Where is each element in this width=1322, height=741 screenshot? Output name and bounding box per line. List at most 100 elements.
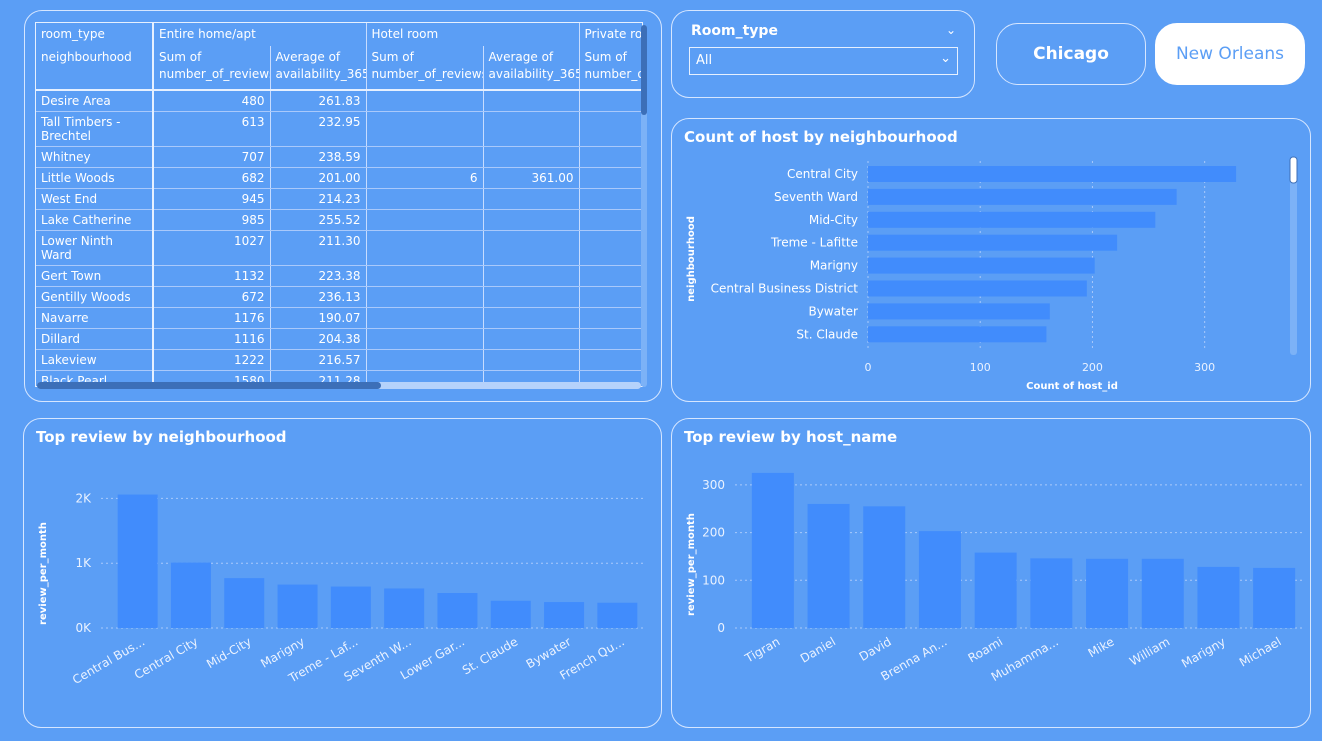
neighbourhood-cell: Lakeview: [36, 349, 154, 371]
category-label: Marigny: [810, 259, 858, 273]
matrix-horizontal-scroll-thumb[interactable]: [37, 382, 381, 389]
avg-availability-hotel-cell: [483, 230, 580, 266]
count-host-chart: Count of host by neighbourhood 0 100 200 30…: [671, 118, 1311, 402]
avg-availability-hotel-cell: [483, 328, 580, 350]
y-tick-label: 0K: [75, 621, 92, 635]
bar: [1086, 558, 1129, 628]
chart-scroll-thumb: [1289, 156, 1298, 184]
header-entire-home[interactable]: Entire home/apt: [153, 23, 367, 46]
sum-reviews-private-cell: [579, 188, 642, 210]
sum-reviews-private-cell: [579, 307, 642, 329]
y-tick-label: 2K: [75, 491, 92, 505]
header-avg-availability-hotel[interactable]: Average of availability_365: [483, 46, 580, 91]
category-label: St. Claude: [796, 327, 858, 341]
neighbourhood-cell: Dillard: [36, 328, 154, 350]
matrix-table: room_type Entire home/apt Hotel room Pri…: [36, 23, 642, 386]
avg-availability-entire-cell: 190.07: [270, 307, 367, 329]
room-type-dropdown[interactable]: All ⌄: [689, 47, 958, 75]
table-row[interactable]: Tall Timbers - Brechtel 613 232.95: [36, 111, 642, 147]
new-orleans-button[interactable]: New Orleans: [1155, 23, 1305, 85]
neighbourhood-cell: Tall Timbers - Brechtel: [36, 111, 154, 147]
table-row[interactable]: Dillard 1116 204.38: [36, 328, 642, 350]
bar: [1030, 558, 1073, 628]
bar: [868, 166, 1237, 182]
table-row[interactable]: Whitney 707 238.59: [36, 146, 642, 168]
header-sum-reviews-private[interactable]: Sum of number_o: [579, 46, 642, 91]
dropdown-selected-value: All: [696, 53, 713, 68]
chevron-down-icon[interactable]: ⌄: [946, 23, 956, 37]
header-row-field[interactable]: room_type: [36, 23, 154, 46]
sum-reviews-private-cell: [579, 90, 642, 112]
bar: [974, 552, 1017, 628]
matrix-vertical-scroll-thumb[interactable]: [641, 25, 647, 115]
avg-availability-entire-cell: 236.13: [270, 286, 367, 308]
avg-availability-hotel-cell: [483, 209, 580, 231]
category-label: Marigny: [1179, 634, 1228, 670]
table-row[interactable]: Gentilly Woods 672 236.13: [36, 286, 642, 308]
sum-reviews-hotel-cell: [366, 146, 484, 168]
table-row[interactable]: Little Woods 682 201.00 6 361.00: [36, 167, 642, 189]
category-label: Roami: [966, 634, 1006, 665]
bar: [751, 472, 794, 628]
avg-availability-entire-cell: 261.83: [270, 90, 367, 112]
header-private-room[interactable]: Private roo: [579, 23, 642, 46]
matrix-table-container: room_type Entire home/apt Hotel room Pri…: [35, 22, 643, 387]
table-row[interactable]: West End 945 214.23: [36, 188, 642, 210]
bar: [597, 602, 638, 628]
chicago-button[interactable]: Chicago: [996, 23, 1146, 85]
bar: [868, 257, 1095, 274]
sum-reviews-entire-cell: 672: [153, 286, 271, 308]
bar: [868, 211, 1156, 228]
table-row[interactable]: Desire Area 480 261.83: [36, 90, 642, 112]
neighbourhood-cell: West End: [36, 188, 154, 210]
sum-reviews-private-cell: [579, 349, 642, 371]
y-tick-label: 1K: [75, 556, 92, 570]
category-label: Central Bus...: [70, 634, 147, 687]
dropdown-chevron-icon: ⌄: [940, 51, 951, 66]
category-label: St. Claude: [460, 634, 520, 677]
neighbourhood-cell: Little Woods: [36, 167, 154, 189]
category-label: Michael: [1237, 634, 1284, 669]
header-neighbourhood[interactable]: neighbourhood: [36, 46, 154, 91]
header-sum-reviews-entire[interactable]: Sum of number_of_reviews: [153, 46, 271, 91]
y-axis-title: review_per_month: [686, 513, 697, 616]
sum-reviews-entire-cell: 613: [153, 111, 271, 147]
table-row[interactable]: Lower Ninth Ward 1027 211.30: [36, 230, 642, 266]
sum-reviews-entire-cell: 945: [153, 188, 271, 210]
neighbourhood-cell: Whitney: [36, 146, 154, 168]
sum-reviews-entire-cell: 1027: [153, 230, 271, 266]
avg-availability-entire-cell: 223.38: [270, 265, 367, 287]
header-sum-reviews-hotel[interactable]: Sum of number_of_reviews: [366, 46, 484, 91]
bar: [868, 326, 1047, 343]
table-row[interactable]: Lake Catherine 985 255.52: [36, 209, 642, 231]
sum-reviews-private-cell: [579, 111, 642, 147]
matrix-horizontal-scrollbar[interactable]: [37, 382, 641, 389]
header-hotel-room[interactable]: Hotel room: [366, 23, 580, 46]
bar: [918, 531, 961, 628]
neighbourhood-cell: Navarre: [36, 307, 154, 329]
matrix-vertical-scrollbar[interactable]: [641, 25, 647, 387]
avg-availability-entire-cell: 204.38: [270, 328, 367, 350]
bar: [117, 494, 158, 628]
avg-availability-hotel-cell: [483, 111, 580, 147]
sum-reviews-hotel-cell: [366, 188, 484, 210]
x-tick-label: 200: [1082, 361, 1103, 374]
header-avg-availability-entire[interactable]: Average of availability_365: [270, 46, 367, 91]
sum-reviews-entire-cell: 1132: [153, 265, 271, 287]
avg-availability-entire-cell: 201.00: [270, 167, 367, 189]
matrix-visual: room_type Entire home/apt Hotel room Pri…: [24, 10, 662, 402]
top-review-neighbourhood-chart: Top review by neighbourhood 0K 1K 2K Centra…: [23, 418, 662, 728]
sum-reviews-private-cell: [579, 265, 642, 287]
sum-reviews-hotel-cell: [366, 111, 484, 147]
table-row[interactable]: Gert Town 1132 223.38: [36, 265, 642, 287]
count-host-svg: 0 100 200 300 Central City Seventh Ward Mid-Ci…: [686, 156, 1298, 392]
bar: [868, 234, 1118, 251]
sum-reviews-private-cell: [579, 146, 642, 168]
table-row[interactable]: Navarre 1176 190.07: [36, 307, 642, 329]
bar: [224, 578, 265, 628]
avg-availability-hotel-cell: [483, 90, 580, 112]
top-review-neighbourhood-svg: 0K1K2KCentral Bus...Central City Mid-City…: [38, 491, 644, 687]
table-row[interactable]: Lakeview 1222 216.57: [36, 349, 642, 371]
avg-availability-hotel-cell: [483, 265, 580, 287]
sum-reviews-hotel-cell: [366, 209, 484, 231]
